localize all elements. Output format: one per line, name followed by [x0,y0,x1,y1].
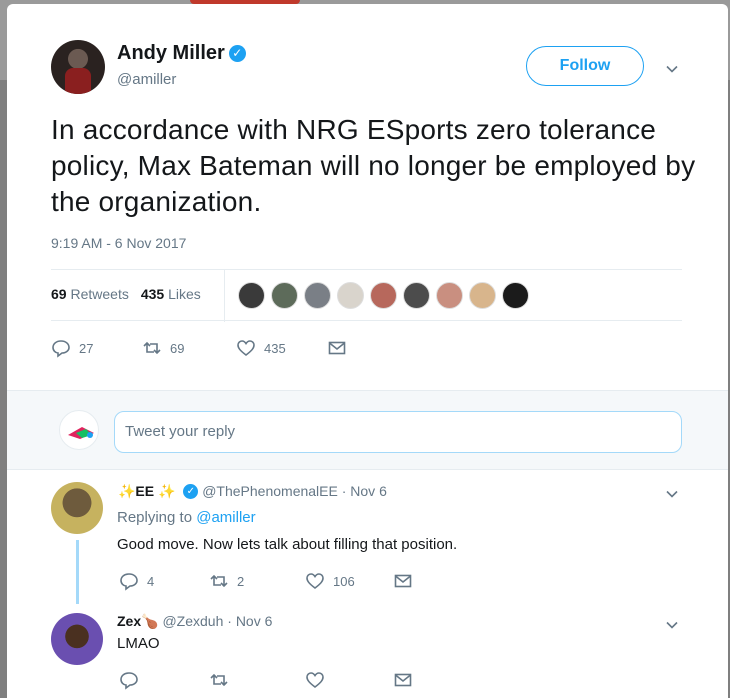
reply-avatar[interactable] [51,613,103,665]
like-count: 106 [333,573,355,589]
author-block: Andy Miller ✓ @amiller [117,42,246,88]
reply-avatar[interactable] [51,482,103,534]
thread-line [76,540,79,604]
reply-header: Zex🍗 @Zexduh · Nov 6 [117,613,272,630]
reply-header: ✨EE ✨ ✓ @ThePhenomenalEE · Nov 6 [118,483,387,500]
liker-avatar[interactable] [436,282,463,309]
heart-icon [305,670,325,690]
retweet-icon [142,338,162,358]
retweet-count: 2 [237,573,245,589]
retweet-icon [209,670,229,690]
liker-avatar[interactable] [271,282,298,309]
reply-date[interactable]: · Nov 6 [342,483,387,499]
divider [51,320,682,321]
reply-count: 4 [147,573,155,589]
reply-author-name[interactable]: ✨EE ✨ [118,483,175,499]
liker-avatar[interactable] [337,282,364,309]
envelope-icon [393,670,413,690]
dm-action[interactable] [393,571,413,591]
author-name[interactable]: Andy Miller [117,42,225,65]
reply-text: LMAO [117,635,160,652]
heart-icon [236,338,256,358]
liker-avatar[interactable] [403,282,430,309]
dm-action[interactable] [327,338,347,358]
retweet-icon [209,571,229,591]
like-action[interactable]: 106 [305,571,355,591]
verified-badge-icon: ✓ [183,484,199,499]
author-avatar[interactable] [51,40,105,94]
heart-icon [305,571,325,591]
likes-stat[interactable]: 435 Likes [141,286,201,302]
verified-badge-icon: ✓ [228,45,246,62]
reply-name-emoji: 🍗 [141,613,159,629]
envelope-icon [327,338,347,358]
reply-icon [51,338,71,358]
reply-count: 27 [79,340,94,356]
dm-action[interactable] [393,670,413,690]
divider [51,269,682,270]
liker-avatar[interactable] [469,282,496,309]
retweet-count: 69 [170,340,185,356]
reply-date[interactable]: · Nov 6 [227,613,272,629]
author-handle[interactable]: @amiller [117,71,246,88]
like-count: 435 [264,340,286,356]
reply-icon [119,670,139,690]
chevron-down-icon[interactable] [665,62,679,76]
reply-text: Good move. Now lets talk about filling t… [117,536,458,553]
liker-avatar[interactable] [304,282,331,309]
chevron-down-icon[interactable] [665,618,679,632]
tweet-card: Andy Miller ✓ @amiller Follow In accordan… [7,4,728,698]
retweets-stat[interactable]: 69 Retweets [51,286,129,302]
like-action[interactable] [305,670,333,690]
retweet-action[interactable] [209,670,237,690]
retweet-action[interactable]: 69 [142,338,184,358]
retweet-action[interactable]: 2 [209,571,244,591]
replying-to-link[interactable]: @amiller [196,509,255,526]
reply-author-handle[interactable]: @ThePhenomenalEE [202,483,338,499]
reply-composer: Tweet your reply [7,390,728,470]
liker-avatar[interactable] [502,282,529,309]
reply-action[interactable]: 4 [119,571,154,591]
reply-action[interactable] [119,670,147,690]
reply-action[interactable]: 27 [51,338,93,358]
envelope-icon [393,571,413,591]
tweet-timestamp[interactable]: 9:19 AM - 6 Nov 2017 [51,235,186,251]
current-user-avatar [59,410,99,450]
reply-icon [119,571,139,591]
liker-avatar[interactable] [238,282,265,309]
follow-button[interactable]: Follow [526,46,644,86]
replying-to: Replying to @amiller [117,509,256,526]
reply-author-handle[interactable]: @Zexduh [162,613,223,629]
tweet-text: In accordance with NRG ESports zero tole… [51,114,696,217]
reply-author-name[interactable]: Zex [117,613,141,629]
tweet-stats: 69 Retweets 435 Likes [51,286,201,302]
chevron-down-icon[interactable] [665,487,679,501]
liker-avatar[interactable] [370,282,397,309]
stats-separator [224,270,225,322]
like-action[interactable]: 435 [236,338,286,358]
reply-input[interactable]: Tweet your reply [114,411,682,453]
